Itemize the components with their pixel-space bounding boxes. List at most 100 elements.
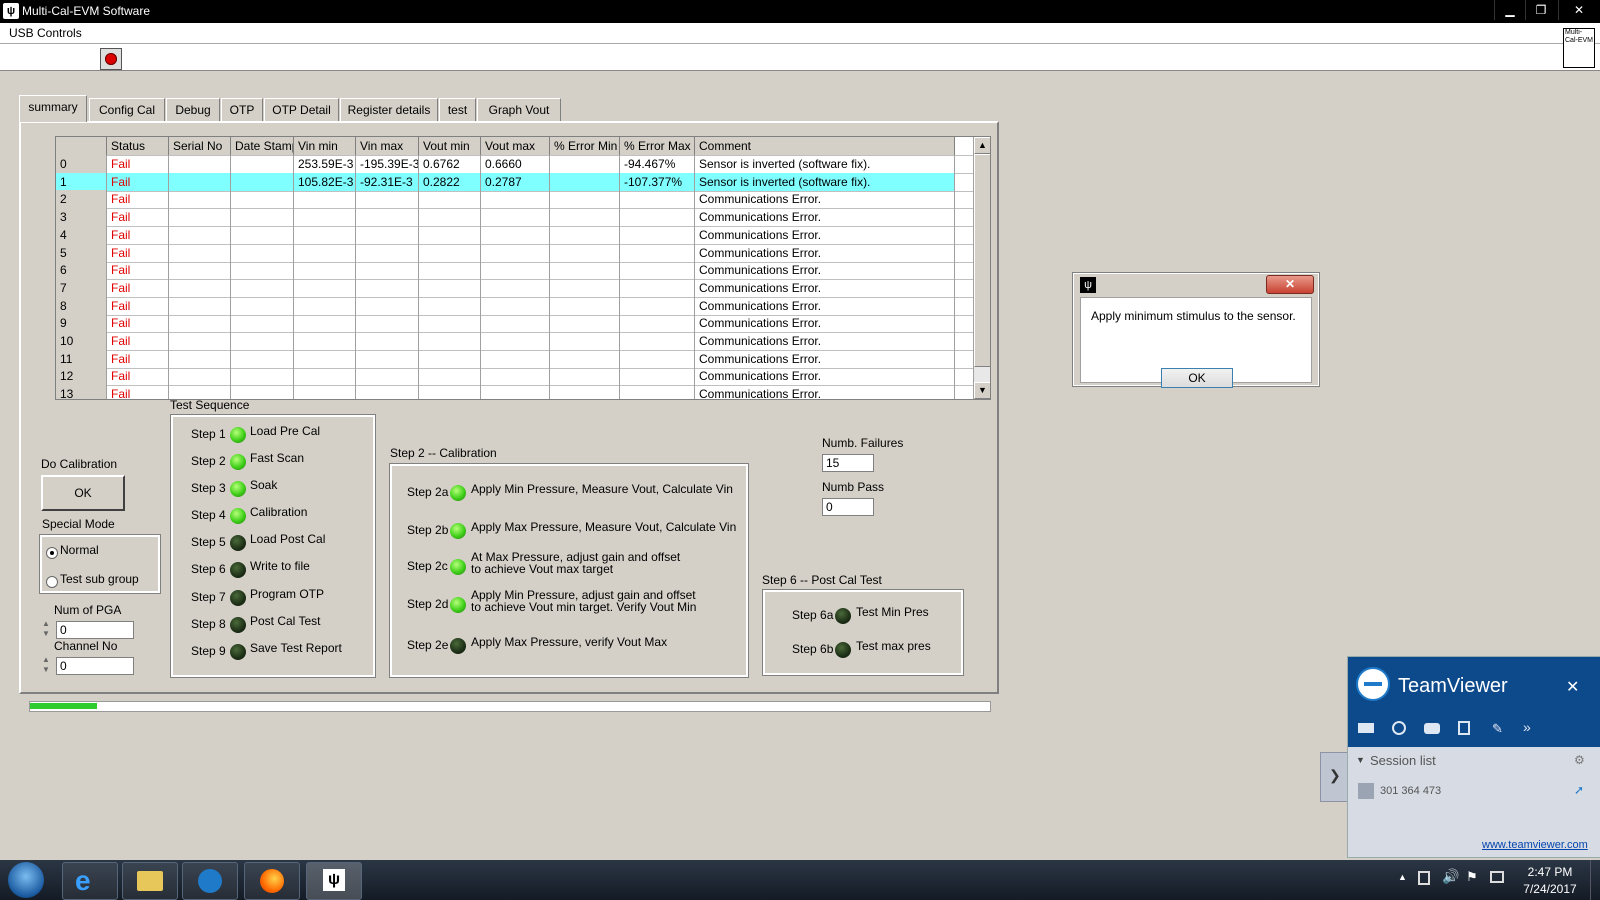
table-row[interactable]: 9 Fail Communications Error. — [56, 314, 973, 334]
column-header[interactable]: % Error Max — [620, 137, 695, 155]
scroll-down-icon[interactable]: ▼ — [974, 382, 990, 399]
start-button[interactable] — [8, 862, 44, 898]
teamviewer-title: TeamViewer — [1398, 675, 1508, 697]
table-row[interactable]: 11 Fail Communications Error. — [56, 349, 973, 369]
video-icon[interactable] — [1358, 723, 1374, 733]
table-row[interactable]: 4 Fail Communications Error. — [56, 225, 973, 245]
num-pga-field[interactable]: 0 — [56, 621, 134, 639]
table-scrollbar[interactable]: ▲ ▼ — [973, 137, 990, 399]
table-cell: Sensor is inverted (software fix). — [695, 172, 955, 191]
step-description: Soak — [250, 478, 278, 492]
results-table[interactable]: Status Serial No Date Stamp Vin min Vin max V… — [55, 136, 991, 400]
wrench-icon[interactable]: ✎ — [1492, 721, 1506, 736]
step-label: Step 9 — [191, 644, 226, 658]
tab-debug[interactable]: Debug — [166, 98, 220, 121]
tab-config-cal[interactable]: Config Cal — [89, 98, 165, 121]
table-row[interactable]: 1 Fail 105.82E-3 -92.31E-3 0.2822 0.2787 -107.… — [56, 172, 973, 192]
column-header[interactable] — [56, 137, 107, 155]
show-hidden-icons[interactable]: ▲ — [1398, 872, 1407, 882]
num-pga-stepper[interactable]: ▲ ▼ — [42, 619, 54, 641]
files-icon[interactable] — [1458, 721, 1470, 735]
teamviewer-expand-tab[interactable]: ❯ — [1320, 752, 1349, 802]
column-header[interactable]: % Error Min — [550, 137, 620, 155]
session-id[interactable]: 301 364 473 — [1380, 785, 1441, 797]
do-calibration-button[interactable]: OK — [41, 475, 125, 511]
table-row[interactable]: 6 Fail Communications Error. — [56, 261, 973, 281]
headset-icon[interactable] — [1392, 721, 1406, 735]
taskbar-multi-cal[interactable]: ψ — [306, 862, 362, 900]
table-cell: Sensor is inverted (software fix). — [695, 155, 955, 173]
table-cell — [620, 190, 695, 209]
clock-time[interactable]: 2:47 PM — [1520, 865, 1580, 879]
table-cell: 11 — [56, 349, 107, 368]
minimize-button[interactable]: ▁ — [1494, 0, 1525, 20]
table-cell — [620, 296, 695, 315]
column-header[interactable]: Vin max — [356, 137, 419, 155]
radio-test-sub-group[interactable] — [46, 576, 58, 588]
tab-summary[interactable]: summary — [19, 95, 87, 122]
tab-otp-detail[interactable]: OTP Detail — [264, 98, 339, 121]
gear-icon[interactable]: ⚙ — [1574, 753, 1585, 767]
table-cell — [419, 296, 481, 315]
dialog-ok-button[interactable]: OK — [1161, 368, 1233, 388]
column-header[interactable]: Vout max — [481, 137, 550, 155]
radio-normal-label: Normal — [60, 543, 99, 557]
channel-no-stepper[interactable]: ▲ ▼ — [42, 655, 54, 677]
menu-usb-controls[interactable]: USB Controls — [9, 26, 82, 40]
table-cell — [481, 208, 550, 227]
tab-graph-vout[interactable]: Graph Vout — [477, 98, 561, 121]
teamviewer-close-icon[interactable]: ✕ — [1566, 677, 1579, 697]
show-desktop-button[interactable] — [1590, 860, 1600, 900]
table-cell — [620, 278, 695, 297]
table-row[interactable]: 12 Fail Communications Error. — [56, 367, 973, 387]
table-row[interactable]: 5 Fail Communications Error. — [56, 243, 973, 263]
close-button[interactable]: ✕ — [1558, 0, 1599, 20]
more-icon[interactable]: » — [1523, 719, 1531, 735]
maximize-button[interactable]: ❐ — [1525, 0, 1556, 20]
clock-date[interactable]: 7/24/2017 — [1516, 882, 1584, 896]
table-row[interactable]: 0 Fail 253.59E-3 -195.39E-3 0.6762 0.6660 -94.… — [56, 155, 973, 174]
table-cell — [550, 349, 620, 368]
chat-icon[interactable] — [1424, 723, 1440, 734]
column-header[interactable]: Serial No — [169, 137, 231, 155]
taskbar-explorer[interactable] — [122, 862, 178, 900]
table-cell — [481, 296, 550, 315]
taskbar-firefox[interactable] — [244, 862, 300, 900]
tab-register-details[interactable]: Register details — [340, 98, 438, 121]
tab-otp[interactable]: OTP — [221, 98, 263, 121]
table-row[interactable]: 2 Fail Communications Error. — [56, 190, 973, 210]
taskbar-ie[interactable]: e — [62, 862, 118, 900]
table-cell: Fail — [107, 278, 169, 297]
stop-button[interactable] — [100, 48, 122, 70]
table-row[interactable]: 10 Fail Communications Error. — [56, 332, 973, 351]
column-header[interactable]: Vin min — [294, 137, 356, 155]
scroll-up-icon[interactable]: ▲ — [974, 137, 990, 154]
special-mode-label: Special Mode — [42, 517, 115, 531]
scroll-thumb[interactable] — [974, 154, 990, 367]
taskbar-teamviewer[interactable] — [182, 862, 238, 900]
table-cell — [231, 155, 294, 173]
table-cell — [356, 349, 419, 368]
network-icon[interactable] — [1490, 871, 1504, 883]
device-icon[interactable] — [1418, 871, 1430, 885]
tab-test[interactable]: test — [439, 98, 476, 121]
volume-icon[interactable]: 🔊 — [1442, 868, 1459, 885]
table-cell: Communications Error. — [695, 314, 955, 333]
table-row[interactable]: 7 Fail Communications Error. — [56, 278, 973, 298]
teamviewer-link[interactable]: www.teamviewer.com — [1482, 839, 1588, 851]
connect-icon[interactable]: ➚ — [1574, 783, 1584, 797]
radio-normal[interactable] — [46, 547, 58, 559]
channel-no-field[interactable]: 0 — [56, 657, 134, 675]
collapse-triangle-icon[interactable]: ▼ — [1356, 755, 1365, 765]
progress-fill — [30, 703, 98, 709]
table-row[interactable]: 3 Fail Communications Error. — [56, 208, 973, 228]
table-row[interactable]: 8 Fail Communications Error. — [56, 296, 973, 316]
column-header[interactable]: Vout min — [419, 137, 481, 155]
column-header[interactable]: Date Stamp — [231, 137, 294, 155]
column-header[interactable]: Comment — [695, 137, 955, 155]
dialog-message: Apply minimum stimulus to the sensor. — [1091, 309, 1296, 323]
flag-icon[interactable]: ⚑ — [1466, 869, 1478, 885]
table-cell: Fail — [107, 155, 169, 173]
column-header[interactable]: Status — [107, 137, 169, 155]
dialog-close-button[interactable]: ✕ — [1266, 275, 1314, 294]
